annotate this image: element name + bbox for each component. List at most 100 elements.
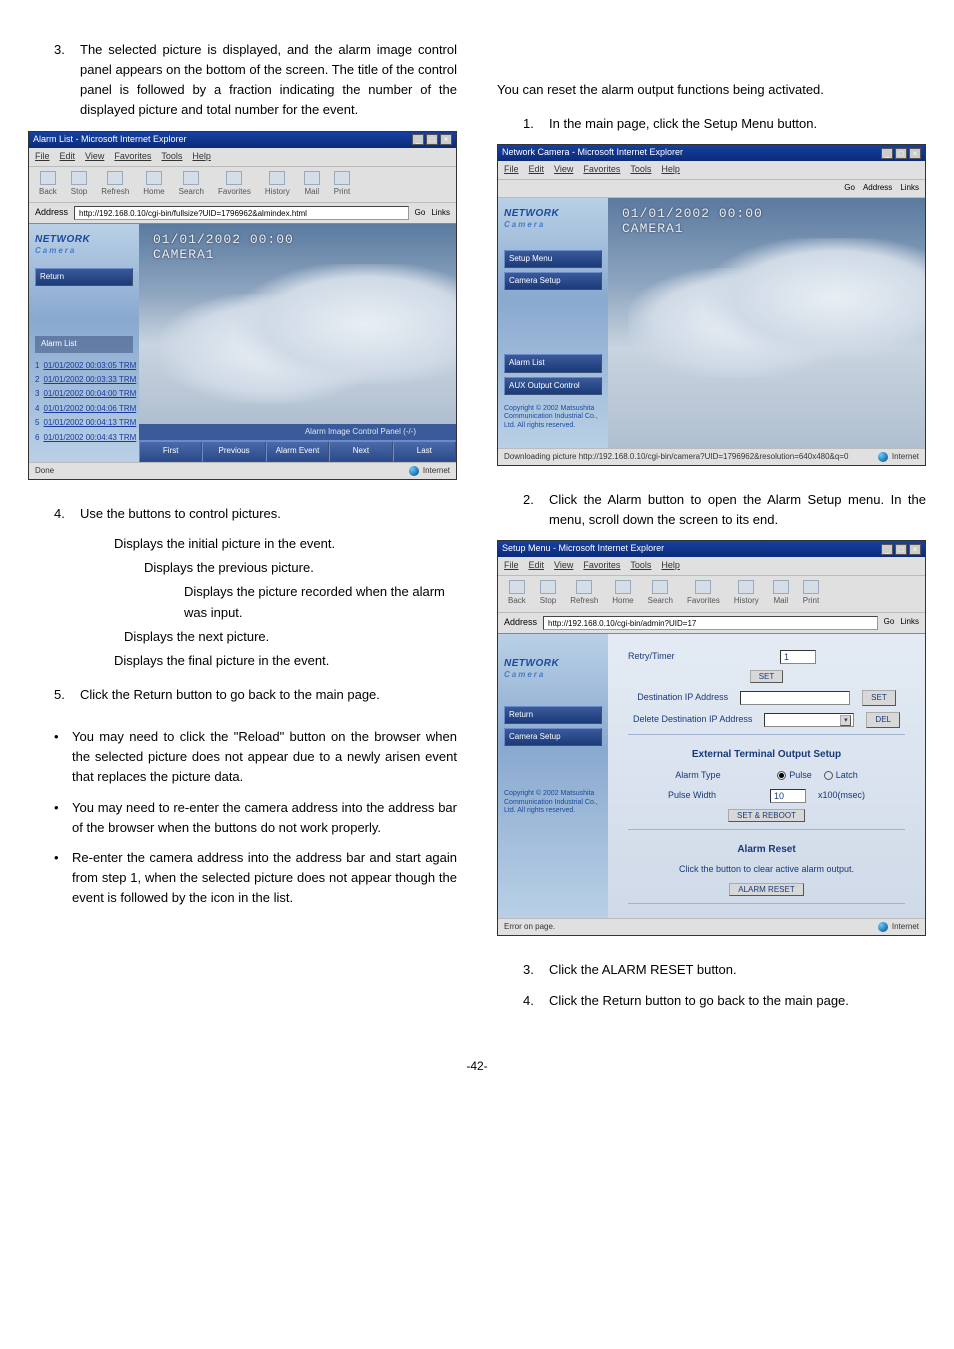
go-button[interactable]: Go (415, 207, 426, 219)
close-icon[interactable]: × (909, 148, 921, 159)
last-button[interactable]: Last (393, 441, 456, 461)
bullet-icon: • (54, 727, 72, 787)
alarm-row[interactable]: 501/01/2002 00:04:13 TRM! (35, 416, 133, 430)
address-input[interactable]: http://192.168.0.10/cgi-bin/fullsize?UID… (74, 206, 409, 220)
favorites-button[interactable]: Favorites (218, 171, 251, 198)
alarm-reset-button[interactable]: ALARM RESET (729, 883, 803, 896)
search-button[interactable]: Search (179, 171, 204, 198)
close-icon[interactable]: × (909, 544, 921, 555)
alarm-row[interactable]: 401/01/2002 00:04:06 TRM! (35, 402, 133, 416)
history-button[interactable]: History (734, 580, 759, 607)
menu-file[interactable]: File (35, 150, 50, 164)
set-reboot-button[interactable]: SET & REBOOT (728, 809, 805, 822)
alarm-event-button[interactable]: Alarm Event (266, 441, 329, 461)
menu-view[interactable]: View (554, 559, 573, 573)
menu-favorites[interactable]: Favorites (583, 559, 620, 573)
menu-favorites[interactable]: Favorites (583, 163, 620, 177)
stop-button[interactable]: Stop (71, 171, 87, 198)
menu-tools[interactable]: Tools (630, 559, 651, 573)
close-icon[interactable]: × (440, 134, 452, 145)
left-column: 3. The selected picture is displayed, an… (28, 40, 457, 1021)
links-label[interactable]: Links (900, 616, 919, 628)
refresh-button[interactable]: Refresh (101, 171, 129, 198)
minimize-icon[interactable]: _ (881, 148, 893, 159)
refresh-button[interactable]: Refresh (570, 580, 598, 607)
alarm-row[interactable]: 201/01/2002 00:03:33 TRM! (35, 373, 133, 387)
history-button[interactable]: History (265, 171, 290, 198)
delete-dest-select[interactable]: ▾ (764, 713, 854, 727)
back-button[interactable]: Back (508, 580, 526, 607)
note-item: •You may need to click the "Reload" butt… (54, 727, 457, 787)
globe-icon (409, 466, 419, 476)
return-button[interactable]: Return (504, 706, 602, 724)
camera-sidebar: NETWORKCamera Return Camera Setup Copyri… (498, 634, 608, 918)
step-number: 4. (54, 504, 80, 524)
mail-button[interactable]: Mail (304, 171, 320, 198)
pulse-width-unit: x100(msec) (818, 789, 865, 803)
previous-button[interactable]: Previous (202, 441, 265, 461)
history-icon (269, 171, 285, 185)
menu-tools[interactable]: Tools (161, 150, 182, 164)
maximize-icon[interactable]: □ (426, 134, 438, 145)
aux-output-button[interactable]: AUX Output Control (504, 377, 602, 395)
note-item: •You may need to re-enter the camera add… (54, 798, 457, 838)
menu-help[interactable]: Help (661, 559, 680, 573)
menu-file[interactable]: File (504, 559, 519, 573)
go-button[interactable]: Go (844, 182, 855, 194)
next-button[interactable]: Next (329, 441, 392, 461)
menu-help[interactable]: Help (192, 150, 211, 164)
stop-button[interactable]: Stop (540, 580, 556, 607)
set-button[interactable]: SET (750, 670, 784, 683)
menu-edit[interactable]: Edit (529, 559, 545, 573)
back-button[interactable]: Back (39, 171, 57, 198)
sub-line: Displays the initial picture in the even… (114, 534, 457, 554)
maximize-icon[interactable]: □ (895, 148, 907, 159)
window-buttons: _ □ × (412, 134, 452, 145)
alarm-row[interactable]: 101/01/2002 00:03:05 TRM! (35, 359, 133, 373)
set-button-2[interactable]: SET (862, 690, 896, 706)
print-button[interactable]: Print (334, 171, 350, 198)
latch-radio[interactable]: Latch (824, 769, 858, 783)
menu-edit[interactable]: Edit (60, 150, 76, 164)
go-button[interactable]: Go (884, 616, 895, 628)
favorites-button[interactable]: Favorites (687, 580, 720, 607)
mail-button[interactable]: Mail (773, 580, 789, 607)
first-button[interactable]: First (139, 441, 202, 461)
menu-edit[interactable]: Edit (529, 163, 545, 177)
menu-view[interactable]: View (85, 150, 104, 164)
menu-file[interactable]: File (504, 163, 519, 177)
alarm-row[interactable]: 301/01/2002 00:04:00 TRM! (35, 387, 133, 401)
alarm-list-button[interactable]: Alarm List (504, 354, 602, 372)
pulse-width-input[interactable]: 10 (770, 789, 806, 803)
address-input[interactable]: http://192.168.0.10/cgi-bin/admin?UID=17 (543, 616, 878, 630)
print-button[interactable]: Print (803, 580, 819, 607)
return-button[interactable]: Return (35, 268, 133, 286)
network-camera-logo: NETWORKCamera (504, 656, 602, 682)
retry-timer-input[interactable]: 1 (780, 650, 816, 664)
setup-menu-button[interactable]: Setup Menu (504, 250, 602, 268)
links-label[interactable]: Links (900, 182, 919, 194)
menu-favorites[interactable]: Favorites (114, 150, 151, 164)
pulse-width-row: Pulse Width 10 x100(msec) (628, 789, 905, 803)
window-titlebar: Network Camera - Microsoft Internet Expl… (498, 145, 925, 161)
menu-help[interactable]: Help (661, 163, 680, 177)
step-number: 5. (54, 685, 80, 705)
menu-view[interactable]: View (554, 163, 573, 177)
bullet-icon: • (54, 798, 72, 838)
home-button[interactable]: Home (143, 171, 164, 198)
minimize-icon[interactable]: _ (412, 134, 424, 145)
chevron-down-icon: ▾ (840, 715, 851, 726)
camera-setup-button[interactable]: Camera Setup (504, 728, 602, 746)
alarm-row[interactable]: 601/01/2002 00:04:43 TRM! (35, 431, 133, 445)
menu-tools[interactable]: Tools (630, 163, 651, 177)
links-label[interactable]: Links (431, 207, 450, 219)
pulse-radio[interactable]: Pulse (777, 769, 812, 783)
maximize-icon[interactable]: □ (895, 544, 907, 555)
del-button[interactable]: DEL (866, 712, 900, 728)
home-button[interactable]: Home (612, 580, 633, 607)
dest-ip-input[interactable] (740, 691, 850, 705)
minimize-icon[interactable]: _ (881, 544, 893, 555)
search-button[interactable]: Search (648, 580, 673, 607)
camera-setup-button[interactable]: Camera Setup (504, 272, 602, 290)
camera-sidebar: NETWORKCamera Setup Menu Camera Setup Al… (498, 198, 608, 448)
